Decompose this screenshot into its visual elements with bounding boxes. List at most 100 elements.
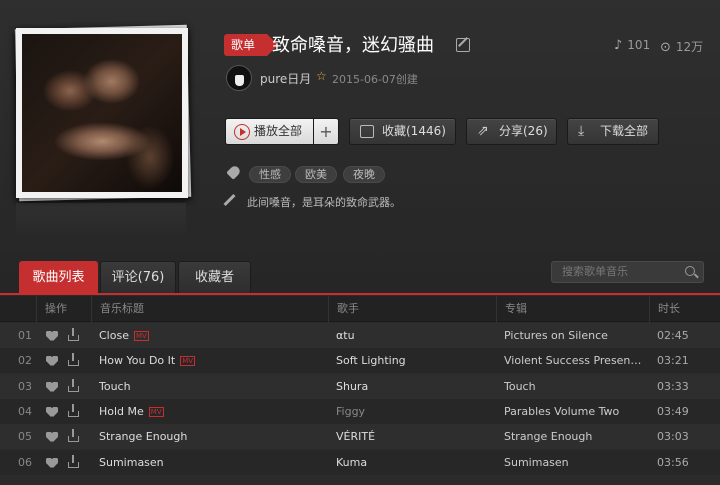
download-arrow: [72, 403, 74, 412]
playlist-description: 此间嗓音，是耳朵的致命武器。: [247, 196, 401, 209]
song-album[interactable]: Violent Success Presents...: [504, 348, 644, 373]
table-row[interactable]: 06 Sumimasen Kuma Sumimasen 03:56: [0, 449, 720, 475]
play-count-icon: ⊙: [660, 40, 671, 55]
download-all-button[interactable]: ⤓ 下载全部: [567, 118, 659, 145]
heart-icon[interactable]: [46, 331, 58, 341]
favorite-label: 收藏(1446): [382, 124, 446, 138]
song-artist[interactable]: αtu: [336, 323, 486, 348]
play-count: ⊙ 12万: [660, 38, 703, 55]
download-arrow: [72, 378, 74, 387]
avatar[interactable]: [226, 65, 252, 91]
tab-comments[interactable]: 评论(76): [100, 261, 176, 293]
song-title-text: Close: [99, 329, 129, 342]
song-album[interactable]: Touch: [504, 374, 644, 399]
tag-chip[interactable]: 性感: [249, 166, 291, 183]
folder-icon: [360, 125, 374, 138]
song-count-value: 101: [627, 38, 651, 52]
song-duration: 03:56: [657, 455, 689, 469]
song-count: ♪ 101: [614, 38, 650, 53]
mv-icon[interactable]: MV: [180, 356, 196, 367]
download-arrow: [72, 429, 74, 438]
heart-icon[interactable]: [46, 382, 58, 392]
mv-icon[interactable]: MV: [133, 331, 149, 341]
track-number: 01: [18, 329, 32, 342]
search-icon[interactable]: [685, 266, 695, 276]
mv-icon[interactable]: MV: [148, 406, 164, 417]
cover-image: [22, 34, 182, 192]
song-title[interactable]: Close MV: [99, 323, 324, 348]
download-arrow: [72, 353, 74, 362]
tag-chip[interactable]: 欧美: [295, 166, 337, 183]
heart-icon[interactable]: [46, 432, 58, 442]
edit-icon[interactable]: [456, 38, 470, 52]
table-row[interactable]: 03 Touch Shura Touch 03:33: [0, 373, 720, 399]
song-duration: 02:45: [657, 329, 689, 342]
download-arrow: [72, 454, 74, 463]
favorite-button[interactable]: 收藏(1446): [349, 118, 456, 145]
track-number: 05: [18, 430, 32, 444]
table-header: 操作 音乐标题 歌手 专辑 时长: [0, 296, 720, 322]
song-title-text: Sumimasen: [99, 455, 164, 469]
song-title[interactable]: Strange Enough: [99, 424, 324, 449]
table-row[interactable]: 01 Close MV αtu Pictures on Silence 02:45: [0, 323, 720, 348]
song-album[interactable]: Strange Enough: [504, 424, 644, 449]
song-title-text: Strange Enough: [99, 430, 188, 444]
track-number: 06: [18, 455, 32, 469]
song-title-text: Hold Me: [99, 404, 144, 418]
play-count-value: 12万: [675, 40, 704, 54]
song-album[interactable]: Sumimasen: [504, 450, 644, 475]
tab-subscribers[interactable]: 收藏者: [178, 261, 251, 293]
track-number: 03: [18, 379, 32, 393]
tab-songs[interactable]: 歌曲列表: [19, 261, 98, 293]
table-row[interactable]: 04 Hold Me MV Figgy Parables Volume Two 03:49: [0, 398, 720, 424]
track-number: 02: [18, 354, 32, 368]
search-input[interactable]: 搜索歌单音乐: [551, 261, 704, 283]
playlist-cover: [14, 24, 192, 202]
song-artist[interactable]: Figgy: [336, 399, 486, 424]
song-duration: 03:49: [657, 404, 689, 418]
song-title[interactable]: How You Do It MV: [99, 348, 324, 373]
share-label: 分享(26): [499, 124, 548, 138]
song-title[interactable]: Sumimasen: [99, 450, 324, 475]
table-row[interactable]: 02 How You Do It MV Soft Lighting Violent Su…: [0, 348, 720, 374]
cover-frame: [16, 28, 188, 198]
song-album[interactable]: Parables Volume Two: [504, 399, 644, 424]
download-all-label: 下载全部: [600, 124, 649, 138]
track-number: 04: [18, 404, 32, 418]
song-duration: 03:03: [657, 430, 689, 444]
heart-icon[interactable]: [46, 458, 58, 468]
song-artist[interactable]: Shura: [336, 374, 486, 399]
song-title[interactable]: Touch: [99, 374, 324, 399]
play-all-button[interactable]: 播放全部: [225, 118, 314, 145]
search-placeholder: 搜索歌单音乐: [562, 265, 628, 278]
playlist-badge: 歌单: [224, 34, 279, 56]
heart-icon[interactable]: [46, 407, 58, 417]
song-artist[interactable]: Kuma: [336, 450, 486, 475]
add-to-queue-button[interactable]: +: [313, 118, 339, 145]
column-header-artist: 歌手: [328, 296, 494, 322]
song-title-text: Touch: [99, 379, 131, 393]
play-all-label: 播放全部: [254, 124, 303, 138]
column-header-actions: 操作: [36, 296, 91, 322]
tag-chip[interactable]: 夜晚: [343, 166, 385, 183]
share-icon: ⇗: [477, 123, 489, 139]
created-date: 2015-06-07创建: [332, 73, 418, 86]
song-title[interactable]: Hold Me MV: [99, 399, 324, 424]
note-icon: ♪: [614, 38, 623, 53]
share-button[interactable]: ⇗ 分享(26): [466, 118, 557, 145]
column-header-duration: 时长: [649, 296, 720, 322]
table-row[interactable]: 05 Strange Enough VÉRITÉ Strange Enough 03:0…: [0, 424, 720, 450]
song-duration: 03:33: [657, 379, 689, 393]
download-icon: ⤓: [578, 123, 585, 139]
song-artist[interactable]: VÉRITÉ: [336, 424, 486, 449]
cover-reflection: [16, 203, 186, 237]
heart-icon[interactable]: [46, 356, 58, 366]
column-header-album: 专辑: [496, 296, 648, 322]
song-album[interactable]: Pictures on Silence: [504, 323, 644, 348]
song-artist[interactable]: Soft Lighting: [336, 348, 486, 373]
song-title-text: How You Do It: [99, 354, 176, 368]
column-header-title: 音乐标题: [91, 296, 326, 322]
song-duration: 03:21: [657, 354, 689, 368]
creator-name[interactable]: pure日月: [260, 70, 311, 87]
download-arrow: [72, 328, 74, 336]
